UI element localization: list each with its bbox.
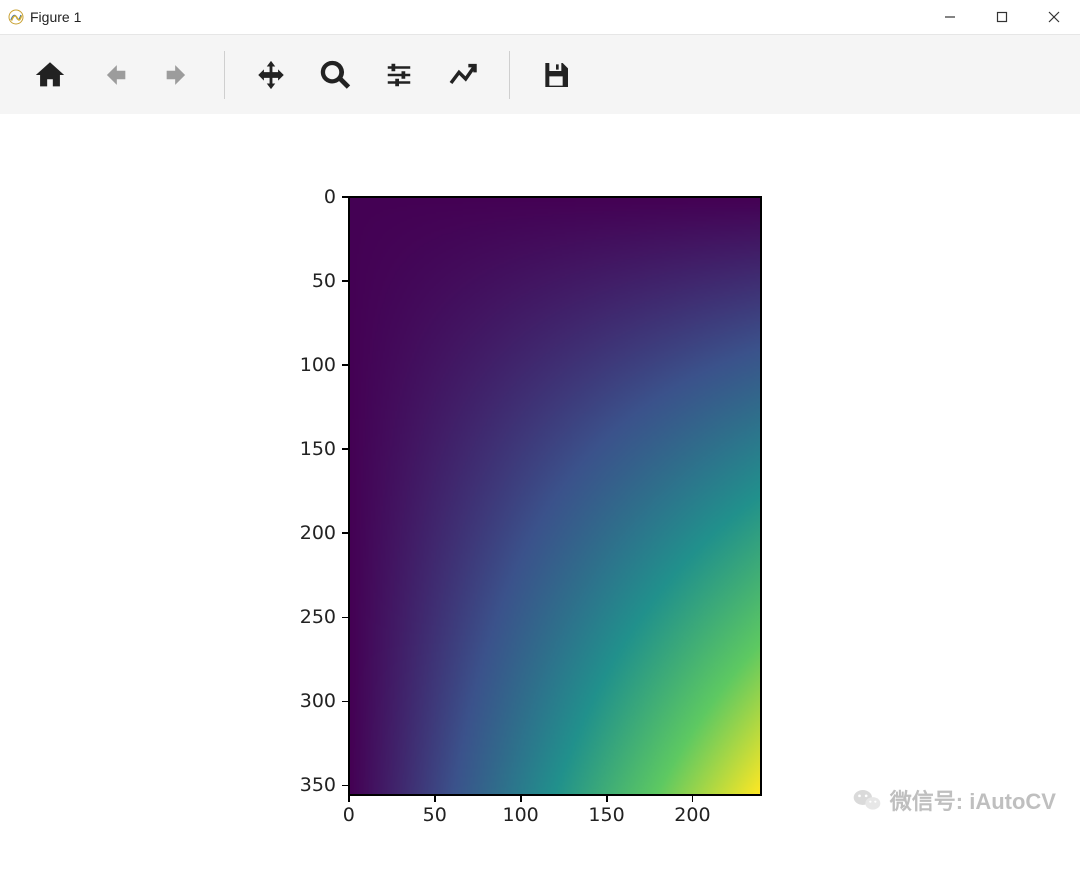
- titlebar-left: Figure 1: [8, 9, 81, 25]
- y-tick-mark: [342, 701, 348, 703]
- x-tick-label: 200: [674, 804, 710, 826]
- x-tick-label: 0: [343, 804, 355, 826]
- forward-button[interactable]: [146, 45, 210, 105]
- x-tick-mark: [520, 796, 522, 802]
- x-tick-mark: [434, 796, 436, 802]
- toolbar-separator: [224, 51, 225, 99]
- y-tick-label: 100: [300, 354, 336, 376]
- x-tick-mark: [606, 796, 608, 802]
- y-tick-label: 150: [300, 438, 336, 460]
- y-tick-label: 350: [300, 774, 336, 796]
- maximize-button[interactable]: [976, 0, 1028, 34]
- zoom-button[interactable]: [303, 45, 367, 105]
- y-tick-label: 50: [312, 270, 336, 292]
- figure-canvas[interactable]: 0 50 100 150 200 0 50 100 150 200 250 300 350: [0, 114, 1080, 870]
- y-tick-label: 300: [300, 690, 336, 712]
- save-button[interactable]: [524, 45, 588, 105]
- toolbar-separator: [509, 51, 510, 99]
- edit-plot-button[interactable]: [431, 45, 495, 105]
- y-tick-mark: [342, 617, 348, 619]
- window-title: Figure 1: [30, 9, 81, 25]
- mpl-toolbar: [0, 35, 1080, 116]
- y-tick-label: 250: [300, 606, 336, 628]
- pan-button[interactable]: [239, 45, 303, 105]
- y-tick-mark: [342, 364, 348, 366]
- y-tick-label: 0: [324, 186, 336, 208]
- x-tick-label: 150: [588, 804, 624, 826]
- y-tick-mark: [342, 448, 348, 450]
- heatmap-image: [350, 198, 760, 794]
- y-tick-label: 200: [300, 522, 336, 544]
- window-controls: [924, 0, 1080, 34]
- x-tick-label: 100: [503, 804, 539, 826]
- window-titlebar: Figure 1: [0, 0, 1080, 35]
- x-tick-mark: [692, 796, 694, 802]
- minimize-button[interactable]: [924, 0, 976, 34]
- y-tick-mark: [342, 280, 348, 282]
- back-button[interactable]: [82, 45, 146, 105]
- y-tick-mark: [342, 785, 348, 787]
- y-tick-mark: [342, 532, 348, 534]
- x-tick-mark: [348, 796, 350, 802]
- y-tick-mark: [342, 196, 348, 198]
- home-button[interactable]: [18, 45, 82, 105]
- configure-subplots-button[interactable]: [367, 45, 431, 105]
- close-button[interactable]: [1028, 0, 1080, 34]
- x-tick-label: 50: [423, 804, 447, 826]
- axes-image: [348, 196, 762, 796]
- app-icon: [8, 9, 24, 25]
